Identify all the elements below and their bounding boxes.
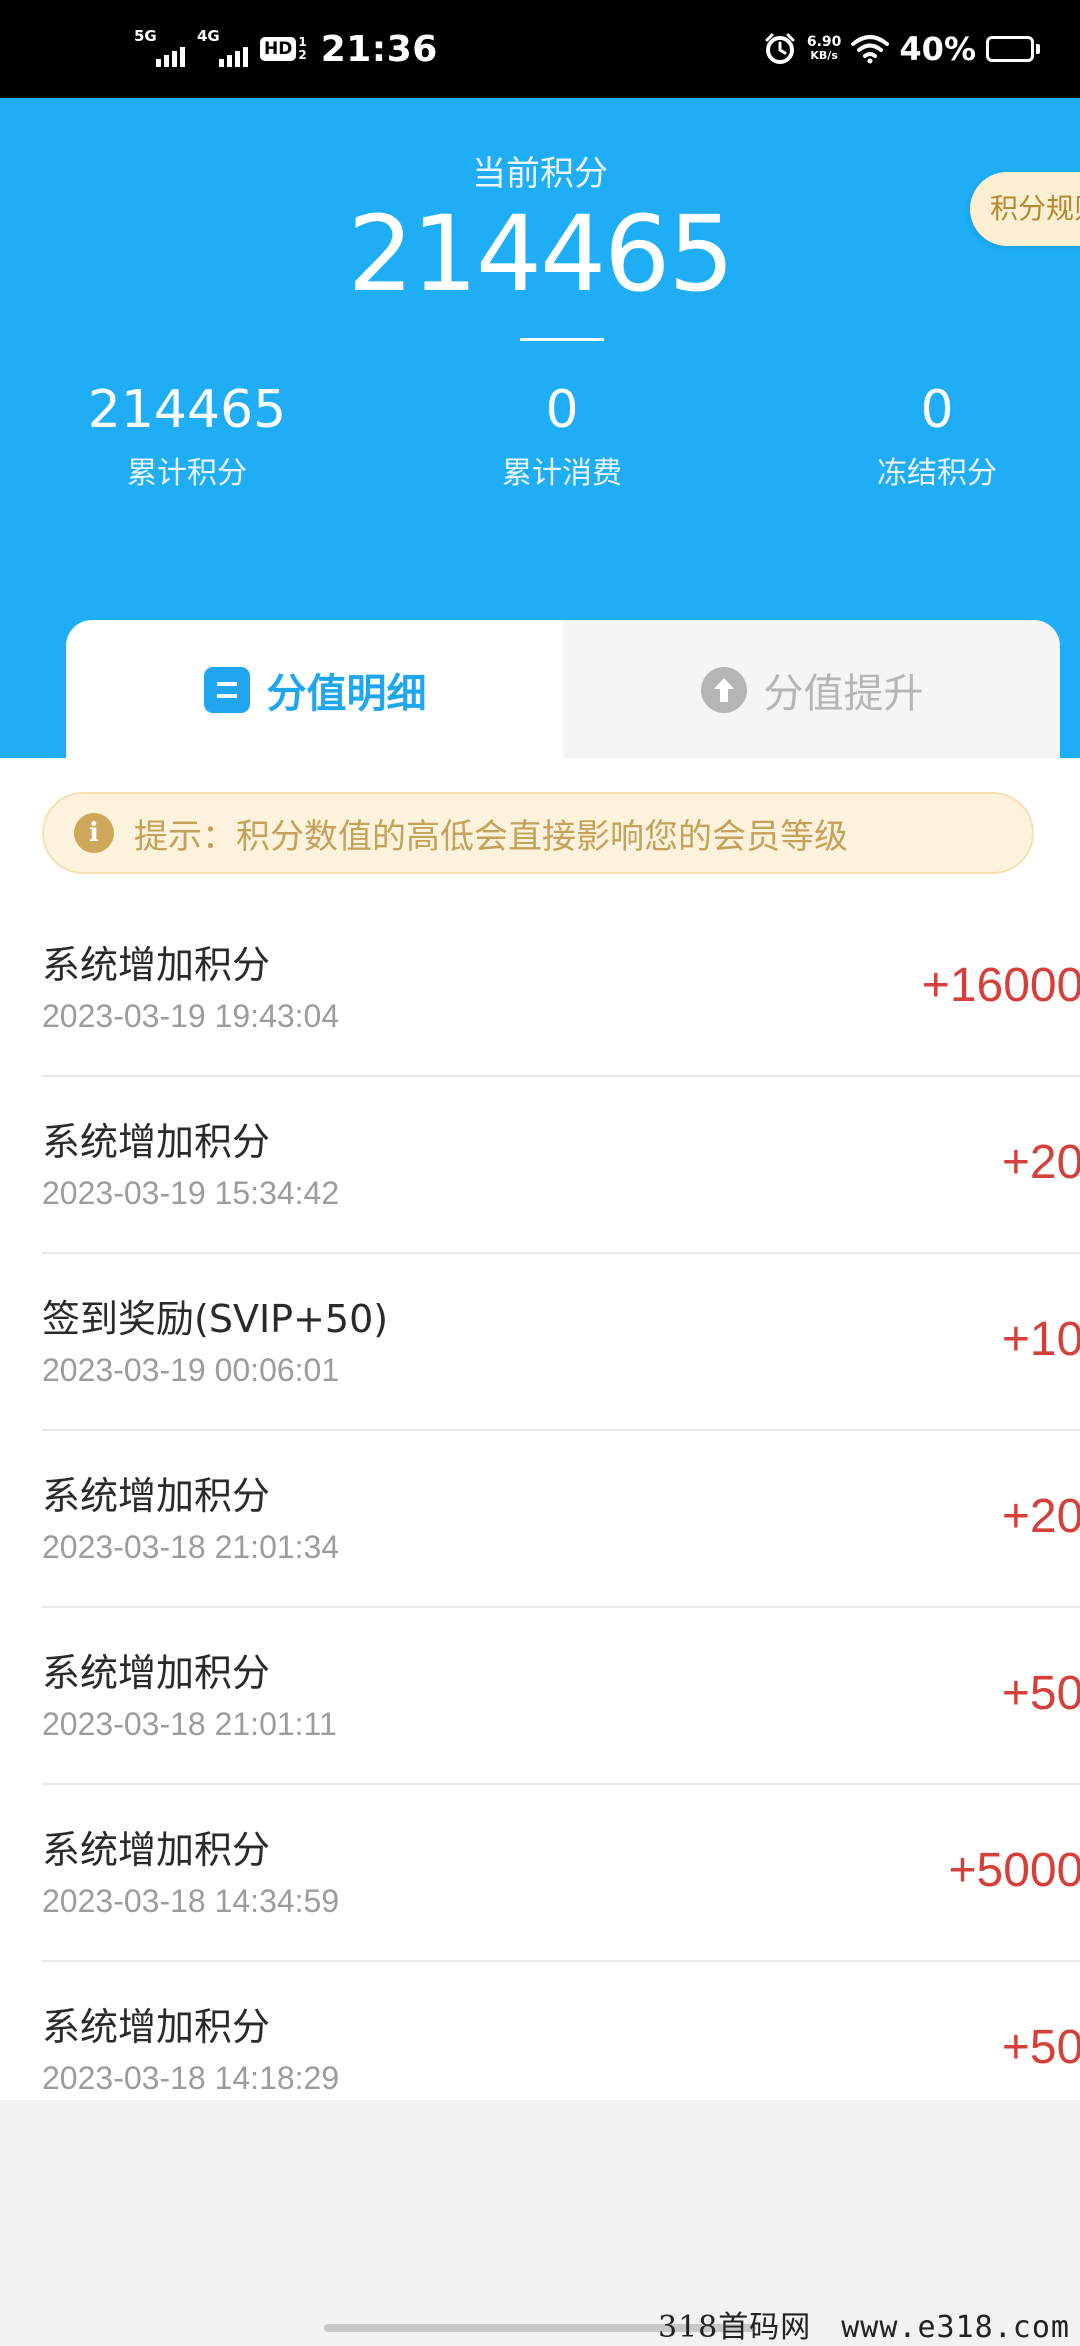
info-icon: i: [74, 813, 114, 853]
list-item: 系统增加积分 2023-03-18 14:34:59 +50000: [42, 1785, 1080, 1962]
stat-total-points: 214465 累计积分: [37, 380, 337, 492]
network-type-4g: 4G: [197, 27, 220, 45]
battery-icon: [986, 36, 1040, 62]
list-item: 系统增加积分 2023-03-19 15:34:42 +200: [42, 1077, 1080, 1254]
stat-label: 累计消费: [502, 456, 622, 491]
speed-value: 6.90: [806, 34, 842, 50]
tip-text: 提示：积分数值的高低会直接影响您的会员等级: [134, 816, 848, 857]
stat-label: 累计积分: [127, 456, 247, 491]
status-bar-left: 5G 4G HD 1 2 21:36: [134, 0, 438, 98]
points-detail-panel: i 提示：积分数值的高低会直接影响您的会员等级 系统增加积分 2023-03-1…: [0, 758, 1080, 2100]
tab-points-upgrade[interactable]: 分值提升: [563, 620, 1060, 760]
list-item: 系统增加积分 2023-03-18 21:01:34 +200: [42, 1431, 1080, 1608]
stat-total-spent: 0 累计消费: [412, 380, 712, 492]
current-points-value: 214465: [347, 193, 734, 315]
hd-sub-bottom: 2: [298, 48, 307, 62]
wifi-icon: [851, 34, 890, 64]
record-amount: +100: [1001, 1313, 1080, 1366]
list-item: 系统增加积分 2023-03-18 21:01:11 +500: [42, 1608, 1080, 1785]
record-amount: +50000: [948, 1844, 1080, 1897]
record-amount: +500: [1001, 2021, 1080, 2074]
header-divider: [520, 338, 604, 341]
watermark: 318首码网 www.e318.com: [658, 2302, 1070, 2346]
stat-frozen-points: 0 冻结积分: [787, 380, 1080, 492]
alarm-icon: [763, 32, 797, 66]
tab-label: 分值明细: [266, 671, 427, 717]
tab-points-detail[interactable]: 分值明细: [66, 620, 563, 760]
battery-percent: 40%: [899, 30, 976, 68]
list-item: 系统增加积分 2023-03-19 19:43:04 +160000: [42, 900, 1080, 1077]
signal-4g-icon: 4G: [197, 29, 250, 69]
stat-value: 0: [920, 380, 954, 440]
record-amount: +500: [1001, 1667, 1080, 1720]
stat-value: 0: [545, 380, 579, 440]
hd-voice-icon: HD 1 2: [260, 36, 307, 62]
network-type-5g: 5G: [134, 27, 157, 45]
points-rules-button[interactable]: 积分规则: [970, 172, 1080, 246]
tab-bar: 分值明细 分值提升: [66, 620, 1060, 760]
current-points-label: 当前积分: [472, 154, 608, 194]
signal-5g-icon: 5G: [134, 29, 187, 69]
status-bar-right: 6.90 KB/s 40%: [763, 0, 1040, 98]
tab-label: 分值提升: [763, 671, 924, 717]
speed-unit: KB/s: [810, 49, 838, 62]
clock: 21:36: [320, 28, 438, 70]
network-speed: 6.90 KB/s: [807, 35, 842, 63]
list-icon: [203, 666, 251, 714]
stat-label: 冻结积分: [877, 456, 997, 491]
record-amount: +160000: [921, 959, 1080, 1012]
stat-value: 214465: [87, 380, 287, 440]
record-amount: +200: [1001, 1136, 1080, 1189]
points-record-list[interactable]: 系统增加积分 2023-03-19 19:43:04 +160000 系统增加积…: [0, 900, 1080, 2100]
list-item: 签到奖励(SVIP+50) 2023-03-19 00:06:01 +100: [42, 1254, 1080, 1431]
record-amount: +200: [1001, 1490, 1080, 1543]
list-item: 系统增加积分 2023-03-18 14:18:29 +500: [42, 1962, 1080, 2100]
arrow-up-circle-icon: [700, 666, 748, 714]
status-bar: 5G 4G HD 1 2 21:36 6.90 KB/s 40%: [0, 0, 1080, 98]
tip-banner: i 提示：积分数值的高低会直接影响您的会员等级: [42, 792, 1034, 874]
hd-label: HD: [260, 37, 297, 61]
